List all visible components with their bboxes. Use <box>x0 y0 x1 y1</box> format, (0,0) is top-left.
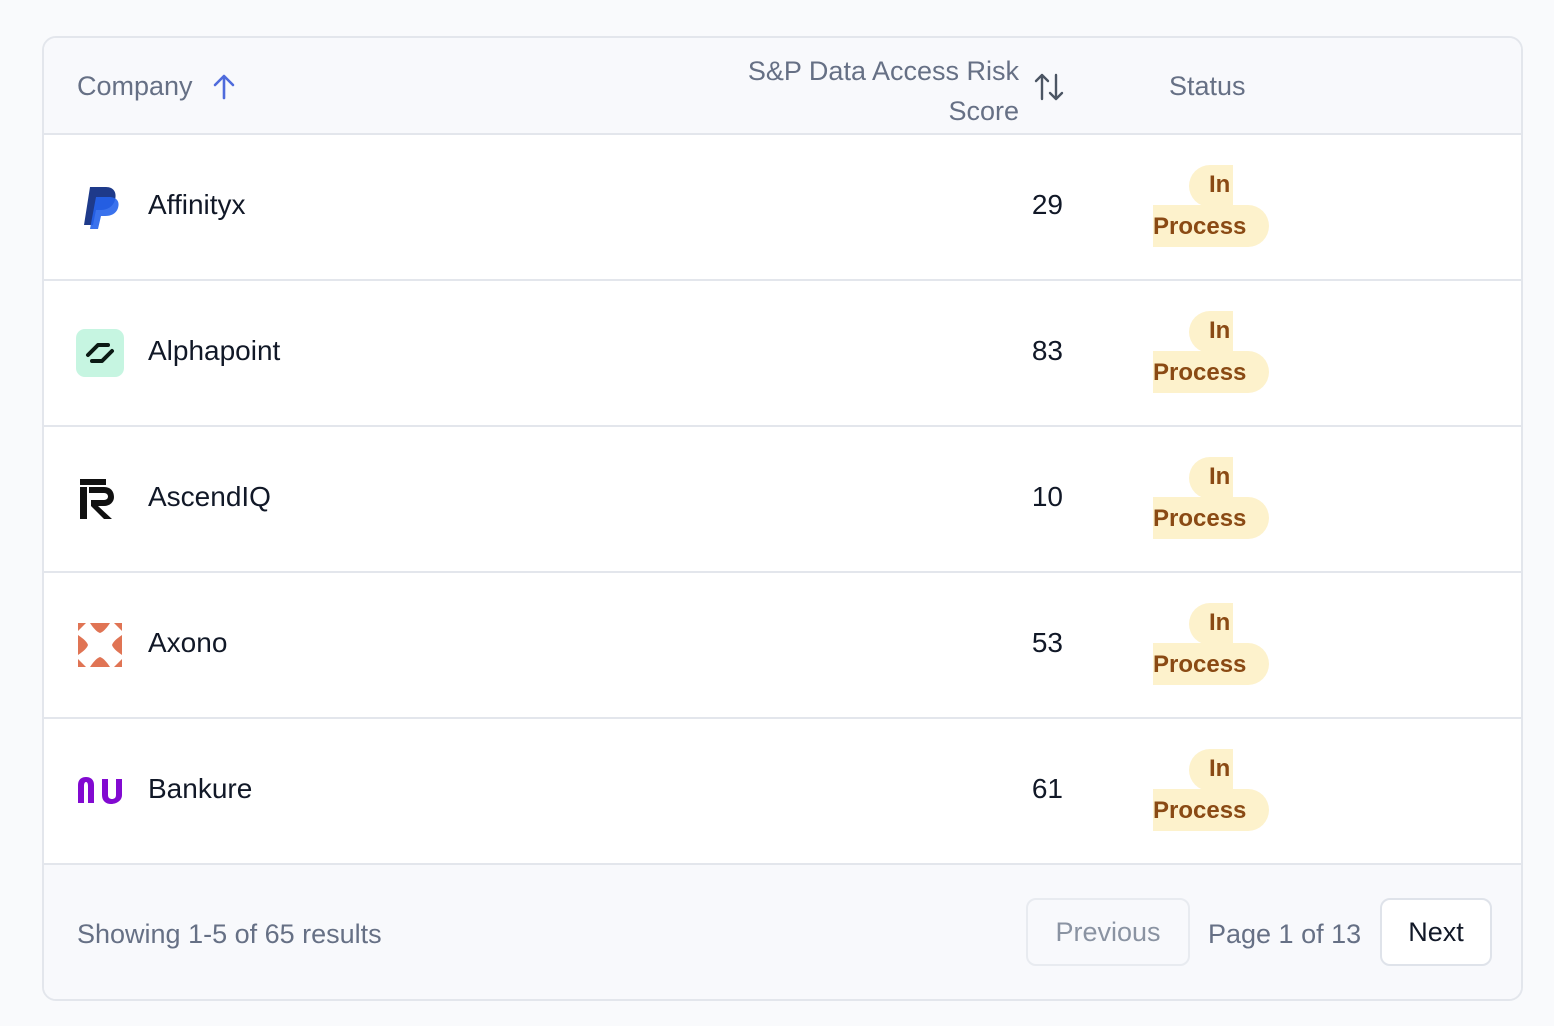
status-badge-line1: In <box>1209 171 1231 198</box>
company-name[interactable]: Bankure <box>148 773 252 805</box>
r-logo-icon <box>80 479 114 519</box>
status-badge: In Process <box>1153 165 1273 251</box>
alphapoint-logo-icon <box>76 329 124 377</box>
next-button[interactable]: Next <box>1380 898 1492 966</box>
status-badge-line2: Process <box>1153 797 1247 824</box>
risk-score: 10 <box>1031 481 1063 512</box>
status-badge-line1: In <box>1209 463 1231 490</box>
risk-score: 53 <box>1031 627 1063 658</box>
nu-logo-icon <box>78 777 122 804</box>
company-name[interactable]: Affinityx <box>148 189 246 221</box>
risk-score: 29 <box>1031 189 1063 220</box>
table-row[interactable]: AscendIQ 10 In Process <box>44 427 1521 573</box>
companies-table-card: Company S&P Data Access Risk Score Statu… <box>42 36 1523 1001</box>
company-name[interactable]: Alphapoint <box>148 335 280 367</box>
status-badge-line2: Process <box>1153 505 1247 532</box>
status-badge: In Process <box>1153 603 1273 689</box>
status-badge-line1: In <box>1209 317 1231 344</box>
page-indicator: Page 1 of 13 <box>1208 919 1362 949</box>
status-badge-line1: In <box>1209 609 1231 636</box>
company-name[interactable]: AscendIQ <box>148 481 271 513</box>
status-badge-line1: In <box>1209 755 1231 782</box>
table-row[interactable]: Axono 53 In Process <box>44 573 1521 719</box>
status-badge-line2: Process <box>1153 359 1247 386</box>
paypal-logo-icon <box>84 187 119 229</box>
risk-score: 83 <box>1031 335 1063 366</box>
status-badge-line2: Process <box>1153 213 1247 240</box>
sort-ascending-icon[interactable] <box>211 73 237 101</box>
company-name[interactable]: Axono <box>148 627 227 659</box>
status-badge: In Process <box>1153 457 1273 543</box>
previous-button[interactable]: Previous <box>1026 898 1190 966</box>
column-header-status: Status <box>1169 71 1246 101</box>
column-header-score[interactable]: S&P Data Access Risk Score <box>684 51 1019 131</box>
axono-logo-icon <box>78 623 122 667</box>
column-header-company[interactable]: Company <box>77 71 237 102</box>
sort-toggle-icon[interactable] <box>1034 72 1064 102</box>
column-header-company-label: Company <box>77 71 193 101</box>
table-row[interactable]: Bankure 61 In Process <box>44 719 1521 865</box>
table-header: Company S&P Data Access Risk Score Statu… <box>44 38 1521 135</box>
risk-score: 61 <box>1031 773 1063 804</box>
status-badge: In Process <box>1153 749 1273 835</box>
status-badge: In Process <box>1153 311 1273 397</box>
status-badge-line2: Process <box>1153 651 1247 678</box>
table-footer: Showing 1-5 of 65 results Previous Page … <box>44 865 1521 999</box>
table-row[interactable]: Affinityx 29 In Process <box>44 135 1521 281</box>
results-count: Showing 1-5 of 65 results <box>77 919 382 949</box>
table-row[interactable]: Alphapoint 83 In Process <box>44 281 1521 427</box>
